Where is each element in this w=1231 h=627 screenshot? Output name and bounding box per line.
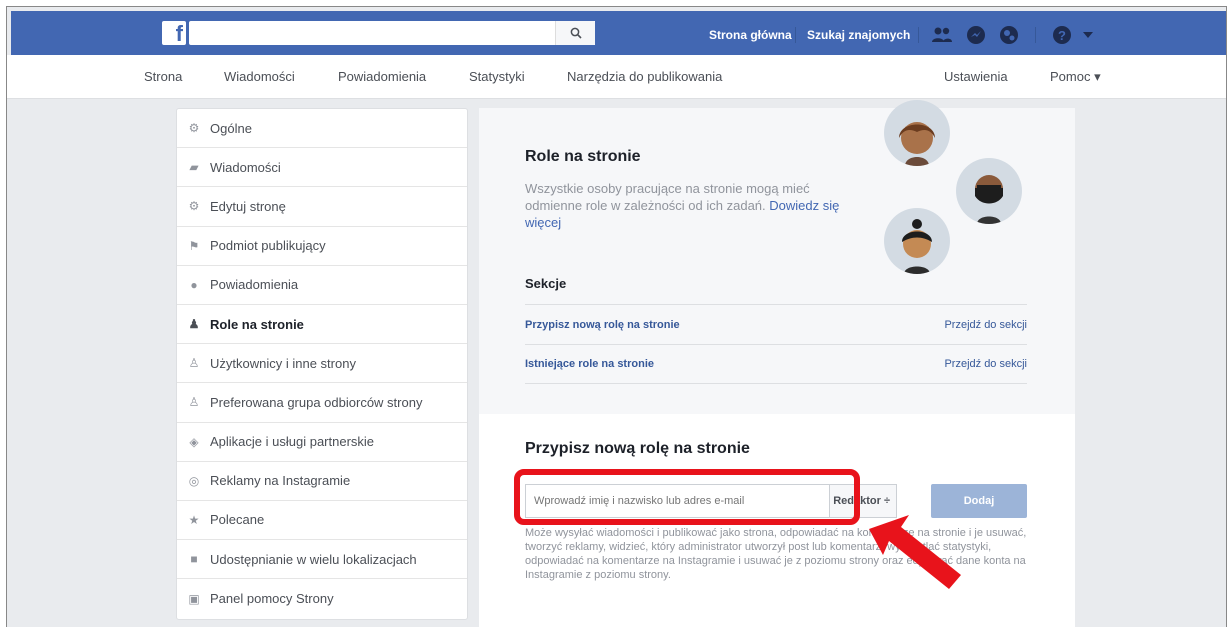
pagenav-page[interactable]: Strona (144, 55, 182, 99)
annotation-highlight-box (514, 469, 860, 525)
cube-icon: ◈ (189, 434, 199, 449)
facebook-logo[interactable]: f (162, 21, 186, 46)
search-icon (570, 27, 582, 39)
sidebar-item-notifications[interactable]: ● Powiadomienia (177, 266, 467, 305)
settings-sidebar: ⚙ Ogólne ▰ Wiadomości ⚙ Edytuj stronę ⚑ Podm… (176, 108, 468, 620)
messages-icon: ▰ (189, 160, 199, 175)
section-row-existing-roles: Istniejące role na stronie Przejdź do se… (525, 344, 1027, 384)
pagenav-insights[interactable]: Statystyki (469, 55, 525, 99)
sections-heading: Sekcje (525, 276, 567, 291)
person-add-icon: ♙ (188, 356, 200, 371)
svg-text:?: ? (1058, 28, 1066, 43)
top-navigation-bar: f Strona główna Szukaj znajomych ? (11, 11, 1226, 59)
main-content: Role na stronie Wszystkie osoby pracując… (479, 100, 1075, 627)
roles-description: Wszystkie osoby pracujące na stronie mog… (525, 181, 840, 230)
annotation-arrow-icon (869, 515, 961, 589)
help-icon[interactable]: ? (1051, 25, 1073, 45)
notifications-globe-icon[interactable] (998, 25, 1020, 45)
pagenav-publishing-tools[interactable]: Narzędzia do publikowania (567, 55, 722, 99)
sidebar-item-page-publisher[interactable]: ⚑ Podmiot publikujący (177, 227, 467, 266)
gear-icon: ⚙ (188, 121, 200, 136)
star-icon: ★ (188, 512, 200, 527)
pagenav-settings[interactable]: Ustawienia (944, 55, 1008, 99)
video-icon: ■ (190, 552, 198, 567)
pagenav-help[interactable]: Pomoc ▾ (1050, 55, 1101, 99)
sidebar-item-page-roles[interactable]: ♟ Role na stronie (177, 305, 467, 345)
home-link[interactable]: Strona główna (709, 11, 792, 59)
go-to-section-link[interactable]: Przejdź do sekcji (944, 319, 1027, 331)
sidebar-item-instagram-ads[interactable]: ◎ Reklamy na Instagramie (177, 462, 467, 501)
messenger-icon[interactable] (965, 25, 987, 45)
section-link[interactable]: Przypisz nową rolę na stronie (525, 319, 680, 331)
friend-requests-icon[interactable] (931, 25, 953, 45)
flag-icon: ⚑ (188, 238, 200, 253)
search-button[interactable] (555, 21, 595, 45)
facebook-icon: ▣ (188, 591, 200, 606)
sidebar-item-crossposting[interactable]: ■ Udostępnianie w wielu lokalizacjach (177, 540, 467, 580)
sidebar-item-page-support-inbox[interactable]: ▣ Panel pomocy Strony (177, 579, 467, 618)
globe-icon: ● (190, 277, 198, 292)
sidebar-item-general[interactable]: ⚙ Ogólne (177, 109, 467, 149)
search-input[interactable] (189, 21, 595, 45)
avatar-illustration (956, 158, 1022, 224)
pagenav-notifications[interactable]: Powiadomienia (338, 55, 426, 99)
pagenav-messages[interactable]: Wiadomości (224, 55, 295, 99)
go-to-section-link[interactable]: Przejdź do sekcji (944, 358, 1027, 370)
gear-icon: ⚙ (188, 199, 200, 214)
avatar-illustration (884, 100, 950, 166)
browser-frame: f Strona główna Szukaj znajomych ? Stron… (6, 6, 1227, 627)
sidebar-item-people-and-pages[interactable]: ♙ Użytkownicy i inne strony (177, 344, 467, 384)
page-navigation: Strona Wiadomości Powiadomienia Statysty… (7, 55, 1226, 99)
sidebar-item-preferred-audience[interactable]: ♙ Preferowana grupa odbiorców strony (177, 383, 467, 423)
sidebar-item-edit-page[interactable]: ⚙ Edytuj stronę (177, 187, 467, 227)
person-icon: ♟ (188, 317, 200, 332)
section-row-assign-role: Przypisz nową rolę na stronie Przejdź do… (525, 304, 1027, 344)
sidebar-item-messages[interactable]: ▰ Wiadomości (177, 148, 467, 188)
sidebar-item-apps[interactable]: ◈ Aplikacje i usługi partnerskie (177, 423, 467, 462)
section-link[interactable]: Istniejące role na stronie (525, 358, 654, 370)
person-add-icon: ♙ (188, 395, 200, 410)
avatar-illustration (884, 208, 950, 274)
instagram-icon: ◎ (188, 473, 200, 488)
account-menu-chevron-icon[interactable] (1077, 25, 1099, 45)
find-friends-link[interactable]: Szukaj znajomych (807, 11, 910, 59)
sidebar-item-featured[interactable]: ★ Polecane (177, 501, 467, 541)
page-title: Role na stronie (525, 148, 641, 165)
page-roles-header: Role na stronie Wszystkie osoby pracując… (479, 100, 1075, 414)
assign-role-heading: Przypisz nową rolę na stronie (525, 440, 750, 457)
